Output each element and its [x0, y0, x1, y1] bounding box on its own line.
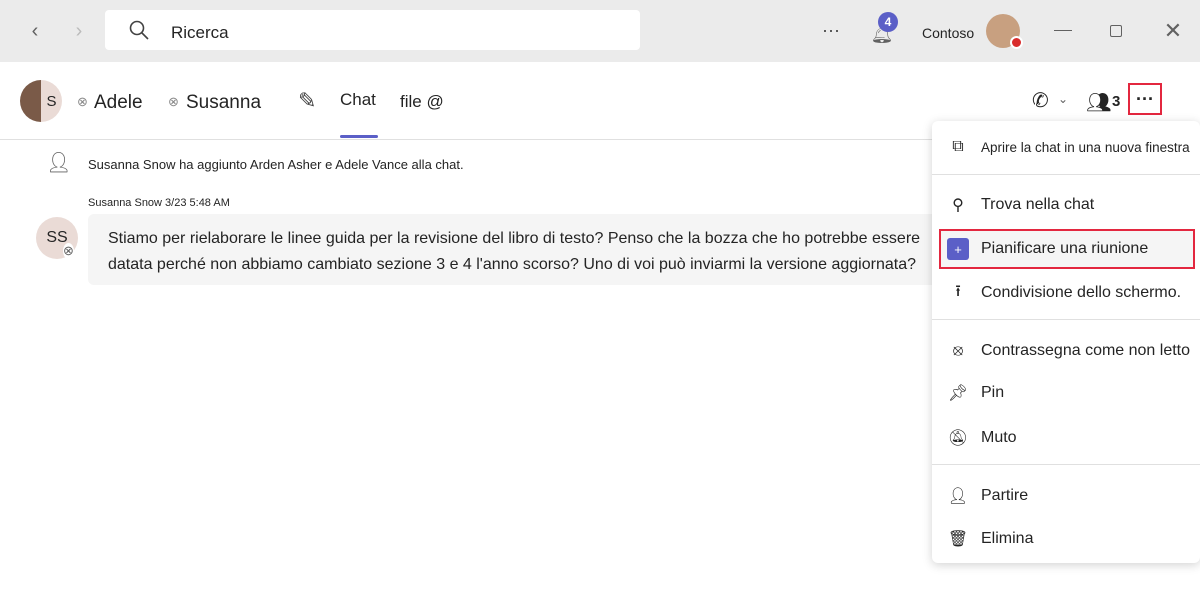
status-offline-icon: ⊗ — [63, 243, 74, 259]
notification-badge: 4 — [878, 12, 898, 32]
menu-item-share-screen[interactable]: ⭱ Condivisione dello schermo. — [932, 273, 1200, 313]
status-busy-icon — [1010, 36, 1023, 49]
chevron-down-icon[interactable]: ⌄ — [1058, 92, 1068, 106]
message-line: datata perché non abbiamo cambiato sezio… — [108, 256, 916, 273]
people-count: 3 — [1112, 93, 1121, 110]
message-bubble[interactable]: Stiamo per rielaborare le linee guida pe… — [88, 214, 948, 285]
people-add-icon[interactable]: 👥︎ — [1086, 90, 1111, 115]
menu-item-schedule-meeting[interactable]: + Pianificare una riunione — [939, 229, 1195, 269]
person-add-icon: 👤︎ — [46, 152, 72, 174]
pin-icon: 📌︎ — [947, 385, 969, 402]
participant-name[interactable]: Adele — [94, 92, 143, 114]
search-icon — [129, 20, 149, 40]
message-meta: Susanna Snow 3/23 5:48 AM — [88, 197, 230, 209]
unread-icon: ⦻ — [952, 342, 964, 359]
menu-item-mark-unread[interactable]: ⦻ Contrassegna come non letto — [932, 331, 1200, 371]
pop-out-icon: ⧉ — [952, 138, 964, 155]
menu-item-open-new-window[interactable]: ⧉ Aprire la chat in una nuova finestra — [932, 127, 1200, 167]
forward-icon[interactable]: › — [68, 20, 90, 42]
restore-icon[interactable] — [1110, 25, 1122, 37]
minimize-icon[interactable] — [1054, 30, 1072, 31]
back-icon[interactable]: ‹ — [24, 20, 46, 42]
menu-item-delete[interactable]: 🗑︎ Elimina — [932, 519, 1200, 559]
search-placeholder: Ricerca — [171, 23, 229, 42]
call-icon[interactable]: ✆ — [1032, 88, 1049, 113]
delete-icon: 🗑︎ — [947, 531, 969, 548]
remove-icon[interactable]: ⊗ — [168, 94, 179, 110]
edit-icon[interactable]: ✎ — [298, 88, 316, 114]
tab-chat[interactable]: Chat — [340, 90, 376, 110]
active-tab-indicator — [340, 135, 378, 138]
menu-item-find[interactable]: ⚲ Trova nella chat — [932, 185, 1200, 225]
title-bar: ‹ › Ricerca ··· 🔔︎ 4 Contoso ✕ — [0, 0, 1200, 62]
menu-item-pin[interactable]: 📌︎ Pin — [932, 373, 1200, 413]
group-avatar: S — [20, 80, 62, 122]
search-input[interactable]: Ricerca — [105, 10, 640, 50]
menu-item-mute[interactable]: 🔕︎ Muto — [932, 418, 1200, 458]
more-icon[interactable]: ··· — [820, 20, 842, 40]
system-message: Susanna Snow ha aggiunto Arden Asher e A… — [88, 157, 464, 172]
share-screen-icon: ⭱ — [955, 282, 961, 300]
menu-item-leave[interactable]: 👤︎ Partire — [932, 476, 1200, 516]
tab-files[interactable]: file @ — [400, 92, 444, 112]
mute-icon: 🔕︎ — [947, 430, 969, 447]
org-name[interactable]: Contoso — [922, 25, 974, 41]
more-options-button[interactable]: ··· — [1128, 83, 1162, 115]
search-icon: ⚲ — [952, 197, 964, 214]
remove-icon[interactable]: ⊗ — [77, 94, 88, 110]
calendar-add-icon: + — [947, 238, 969, 260]
leave-icon: 👤︎ — [947, 488, 969, 505]
close-icon[interactable]: ✕ — [1162, 18, 1184, 43]
participant-name[interactable]: Susanna — [186, 92, 261, 114]
more-options-menu: ⧉ Aprire la chat in una nuova finestra ⚲ T… — [932, 121, 1200, 563]
message-line: Stiamo per rielaborare le linee guida pe… — [108, 230, 921, 247]
